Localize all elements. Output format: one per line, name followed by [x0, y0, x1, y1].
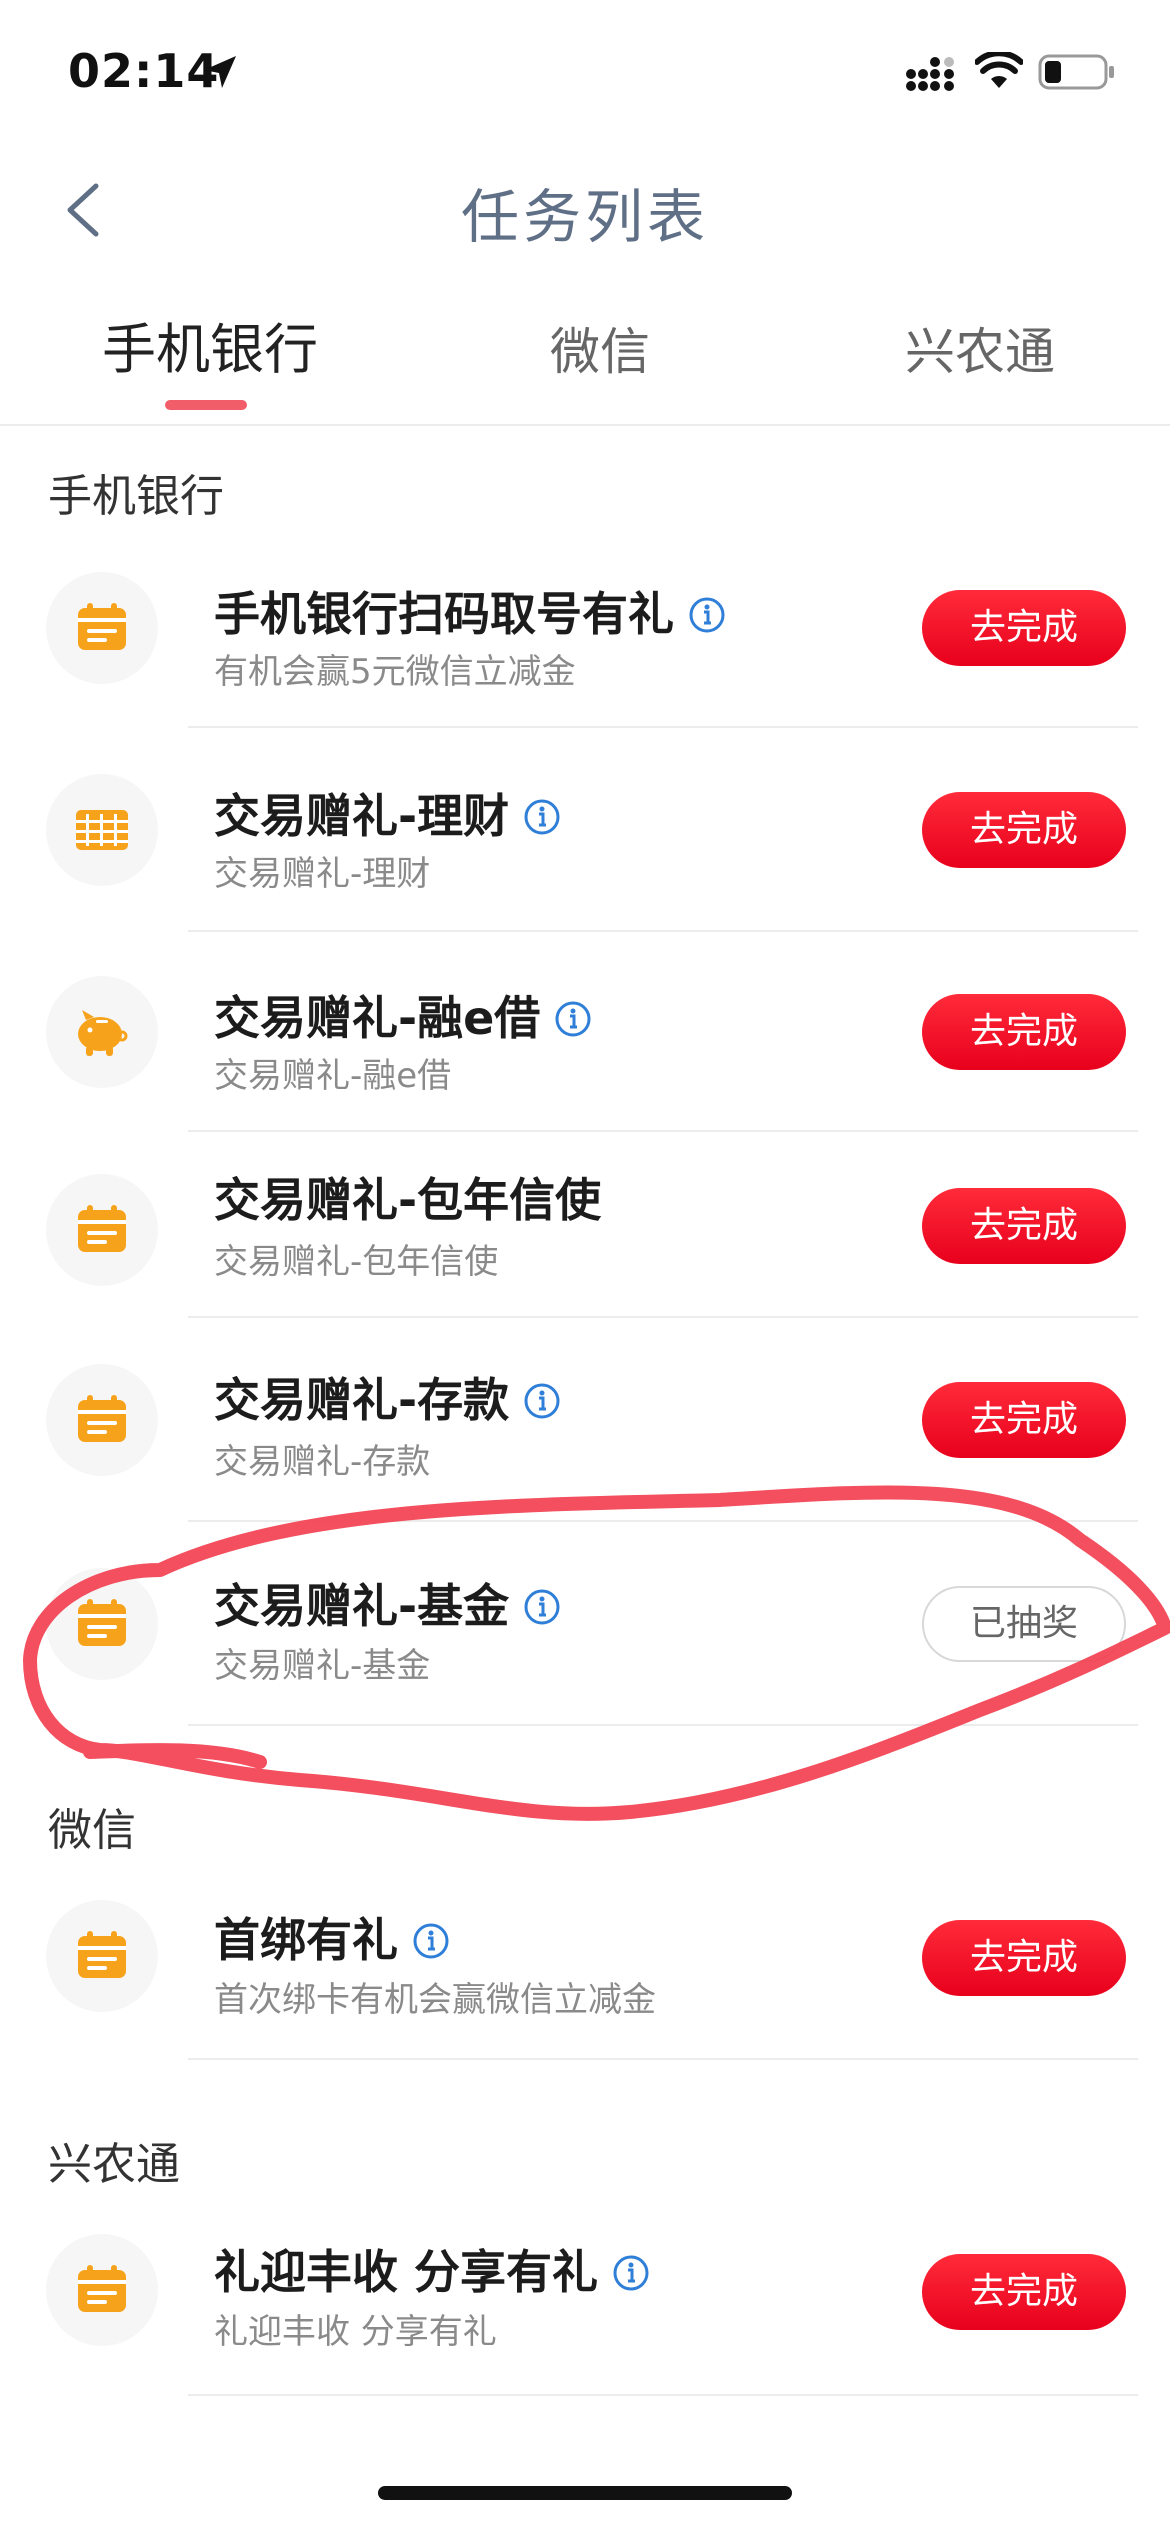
go-complete-button[interactable]: 去完成 — [922, 2254, 1126, 2330]
battery-icon — [1038, 54, 1114, 90]
piggy-bank-icon — [78, 1010, 128, 1056]
task-title: 交易赠礼-融e借 — [214, 982, 592, 1048]
info-icon[interactable] — [523, 1588, 561, 1626]
task-title-text: 手机银行扫码取号有礼 — [214, 587, 674, 641]
row-divider — [188, 1724, 1138, 1726]
task-icon — [46, 1900, 158, 2012]
task-row: 手机银行扫码取号有礼 有机会赢5元微信立减金 去完成 — [0, 530, 1170, 730]
page-title: 任务列表 — [460, 183, 709, 251]
row-divider — [188, 2394, 1138, 2396]
task-title: 礼迎丰收 分享有礼 — [214, 2236, 650, 2302]
task-icon — [46, 1364, 158, 1476]
task-title-text: 交易赠礼-包年信使 — [214, 1173, 602, 1227]
row-divider — [188, 2058, 1138, 2060]
task-title-text: 首绑有礼 — [214, 1913, 398, 1967]
go-complete-button[interactable]: 去完成 — [922, 1188, 1126, 1264]
task-row: 首绑有礼 首次绑卡有机会赢微信立减金 去完成 — [0, 1860, 1170, 2060]
tab-wechat[interactable]: 微信 — [500, 312, 700, 392]
task-icon — [46, 1174, 158, 1286]
calendar-icon — [78, 1395, 126, 1442]
task-subtitle: 交易赠礼-融e借 — [214, 1056, 452, 1096]
tab-xingnongtong[interactable]: 兴农通 — [880, 312, 1080, 392]
task-title: 手机银行扫码取号有礼 — [214, 578, 726, 644]
info-icon[interactable] — [412, 1922, 450, 1960]
tab-mobile-bank[interactable]: 手机银行 — [80, 305, 340, 385]
task-title-text: 交易赠礼-存款 — [214, 1373, 510, 1427]
active-tab-indicator — [165, 400, 247, 410]
task-title-text: 交易赠礼-理财 — [214, 789, 510, 843]
task-subtitle: 交易赠礼-基金 — [214, 1646, 431, 1686]
task-title-text: 礼迎丰收 分享有礼 — [214, 2245, 599, 2299]
task-row: 交易赠礼-存款 交易赠礼-存款 去完成 — [0, 1318, 1170, 1522]
calendar-icon — [78, 1205, 126, 1252]
info-icon[interactable] — [688, 596, 726, 634]
task-title: 交易赠礼-基金 — [214, 1570, 561, 1636]
go-complete-button[interactable]: 去完成 — [922, 994, 1126, 1070]
location-arrow-icon — [204, 56, 236, 88]
tabs-divider — [0, 424, 1170, 426]
go-complete-button[interactable]: 去完成 — [922, 1382, 1126, 1458]
section-title-mobile-bank: 手机银行 — [48, 471, 224, 522]
home-indicator[interactable] — [378, 2486, 792, 2500]
task-subtitle: 交易赠礼-包年信使 — [214, 1242, 499, 1282]
task-row: 交易赠礼-基金 交易赠礼-基金 已抽奖 — [0, 1522, 1170, 1726]
calendar-icon — [78, 2265, 126, 2312]
info-icon[interactable] — [523, 1382, 561, 1420]
task-row: 交易赠礼-理财 交易赠礼-理财 去完成 — [0, 730, 1170, 934]
row-divider — [188, 726, 1138, 728]
task-icon — [46, 1568, 158, 1680]
info-icon[interactable] — [523, 798, 561, 836]
task-title-text: 交易赠礼-融e借 — [214, 991, 541, 1045]
section-title-xingnongtong: 兴农通 — [48, 2139, 180, 2190]
task-title: 交易赠礼-存款 — [214, 1364, 561, 1430]
task-title-text: 交易赠礼-基金 — [214, 1579, 510, 1633]
task-icon — [46, 976, 158, 1088]
task-subtitle: 首次绑卡有机会赢微信立减金 — [214, 1980, 656, 2020]
task-icon — [46, 2234, 158, 2346]
calendar-icon — [78, 603, 126, 650]
task-subtitle: 礼迎丰收 分享有礼 — [214, 2312, 497, 2352]
info-icon[interactable] — [554, 1000, 592, 1038]
already-drawn-button[interactable]: 已抽奖 — [922, 1586, 1126, 1662]
calendar-icon — [78, 1931, 126, 1978]
task-title: 首绑有礼 — [214, 1904, 450, 1970]
task-subtitle: 有机会赢5元微信立减金 — [214, 652, 576, 692]
section-title-wechat: 微信 — [48, 1805, 136, 1856]
task-title: 交易赠礼-理财 — [214, 780, 561, 846]
task-row: 礼迎丰收 分享有礼 礼迎丰收 分享有礼 去完成 — [0, 2196, 1170, 2396]
task-title: 交易赠礼-包年信使 — [214, 1164, 601, 1230]
task-icon — [46, 774, 158, 886]
status-bar: 02:14 — [0, 0, 1170, 140]
wifi-icon — [975, 52, 1023, 88]
task-subtitle: 交易赠礼-存款 — [214, 1442, 431, 1482]
go-complete-button[interactable]: 去完成 — [922, 1920, 1126, 1996]
row-divider — [188, 1130, 1138, 1132]
go-complete-button[interactable]: 去完成 — [922, 590, 1126, 666]
info-icon[interactable] — [612, 2254, 650, 2292]
row-divider — [188, 930, 1138, 932]
abacus-icon — [76, 810, 128, 850]
calendar-icon — [78, 1599, 126, 1646]
task-icon — [46, 572, 158, 684]
task-row: 交易赠礼-包年信使 交易赠礼-包年信使 去完成 — [0, 1134, 1170, 1318]
go-complete-button[interactable]: 去完成 — [922, 792, 1126, 868]
status-time: 02:14 — [68, 44, 220, 98]
task-row: 交易赠礼-融e借 交易赠礼-融e借 去完成 — [0, 934, 1170, 1134]
task-subtitle: 交易赠礼-理财 — [214, 854, 431, 894]
cellular-signal-icon — [906, 57, 954, 91]
